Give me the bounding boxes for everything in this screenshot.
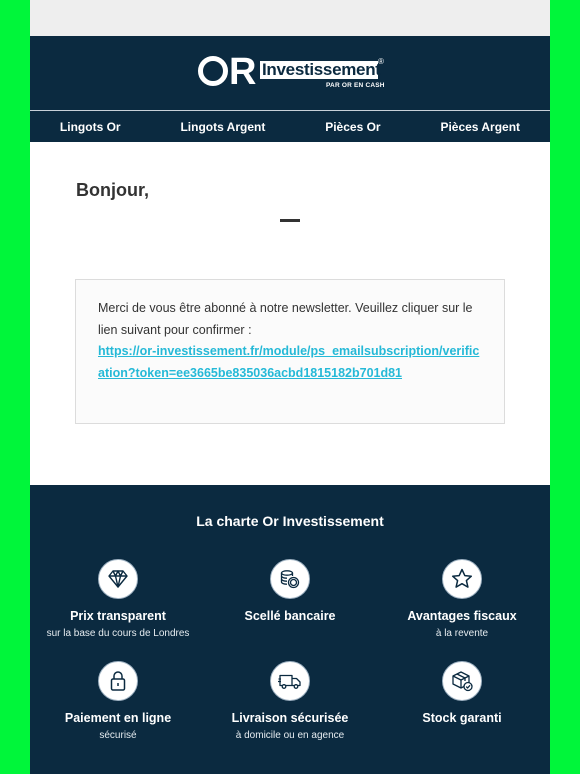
logo-tagline: PAR OR EN CASH <box>326 82 385 89</box>
greeting-heading: Bonjour, <box>76 180 149 200</box>
feature-title: Scellé bancaire <box>244 609 336 623</box>
confirmation-link[interactable]: https://or-investissement.fr/module/ps_e… <box>98 344 479 380</box>
truck-icon <box>270 661 310 701</box>
padlock-icon <box>98 661 138 701</box>
main-nav: Lingots Or Lingots Argent Pièces Or Pièc… <box>30 111 550 142</box>
diamond-icon <box>98 559 138 599</box>
brand-logo[interactable]: R Investissement ® PAR OR EN CASH <box>198 53 385 94</box>
feature-subtitle: à domicile ou en agence <box>235 730 345 741</box>
email-body: Bonjour, Merci de vous être abonné à not… <box>30 142 550 485</box>
box-check-icon <box>442 661 482 701</box>
coins-icon <box>270 559 310 599</box>
charter-section: La charte Or Investissement Prix transpa… <box>30 485 550 774</box>
nav-item-lingots-or[interactable]: Lingots Or <box>60 120 121 134</box>
top-strip <box>30 0 550 36</box>
logo-or-mark: R <box>198 53 260 91</box>
logo-registered-mark: ® <box>378 57 384 66</box>
feature-title: Livraison sécurisée <box>231 711 349 725</box>
feature-subtitle: sécurisé <box>99 730 137 741</box>
logo-wordmark: Investissement <box>260 60 381 79</box>
nav-item-pieces-or[interactable]: Pièces Or <box>325 120 380 134</box>
feature-scelle-bancaire: Scellé bancaire <box>204 559 376 628</box>
message-text: Merci de vous être abonné à notre newsle… <box>98 301 473 337</box>
feature-avantages-fiscaux: Avantages fiscaux à la revente <box>376 559 548 639</box>
feature-paiement-en-ligne: Paiement en ligne sécurisé <box>32 661 204 741</box>
email-header: R Investissement ® PAR OR EN CASH <box>30 36 550 111</box>
feature-title: Paiement en ligne <box>64 711 172 725</box>
charter-title: La charte Or Investissement <box>196 513 384 529</box>
feature-subtitle: à la revente <box>435 628 489 639</box>
feature-title: Stock garanti <box>422 711 502 725</box>
nav-item-pieces-argent[interactable]: Pièces Argent <box>440 120 520 134</box>
email-sheet: R Investissement ® PAR OR EN CASH Lingot… <box>30 0 550 774</box>
feature-title: Avantages fiscaux <box>407 609 517 623</box>
feature-livraison-securisee: Livraison sécurisée à domicile ou en age… <box>204 661 376 741</box>
message-box: Merci de vous être abonné à notre newsle… <box>75 279 505 424</box>
star-icon <box>442 559 482 599</box>
feature-prix-transparent: Prix transparent sur la base du cours de… <box>32 559 204 639</box>
feature-subtitle: sur la base du cours de Londres <box>46 628 190 639</box>
feature-title: Prix transparent <box>70 609 166 623</box>
divider-dash <box>280 219 300 222</box>
nav-item-lingots-argent[interactable]: Lingots Argent <box>180 120 265 134</box>
feature-stock-garanti: Stock garanti <box>376 661 548 730</box>
